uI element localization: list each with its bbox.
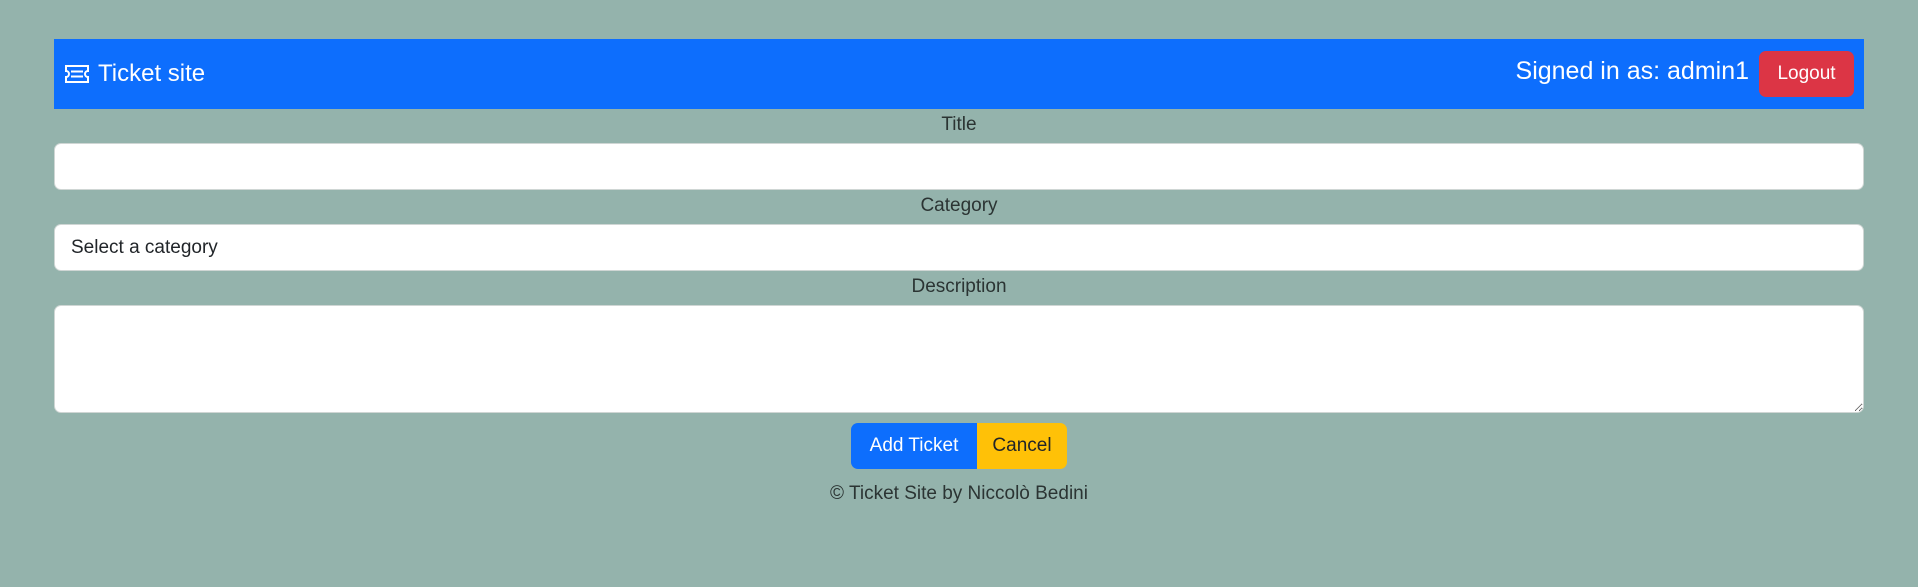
ticket-icon bbox=[64, 64, 90, 84]
main-container: Ticket site Signed in as: admin1 Logout … bbox=[54, 39, 1864, 505]
page-background: Ticket site Signed in as: admin1 Logout … bbox=[0, 0, 1918, 587]
brand-text: Ticket site bbox=[98, 60, 206, 87]
user-area: Signed in as: admin1 Logout bbox=[1516, 51, 1854, 97]
form-actions: Add Ticket Cancel bbox=[54, 423, 1864, 469]
footer-text: © Ticket Site by Niccolò Bedini bbox=[830, 483, 1088, 504]
title-label: Title bbox=[941, 114, 977, 135]
brand[interactable]: Ticket site bbox=[64, 60, 205, 88]
category-select[interactable]: Select a category bbox=[54, 224, 1864, 271]
logout-button[interactable]: Logout bbox=[1759, 51, 1854, 97]
add-ticket-form: Title Category Select a category Descrip… bbox=[54, 113, 1864, 469]
category-label: Category bbox=[920, 195, 998, 216]
add-ticket-button[interactable]: Add Ticket bbox=[851, 423, 977, 469]
description-label: Description bbox=[911, 276, 1007, 297]
cancel-button[interactable]: Cancel bbox=[977, 423, 1067, 469]
description-textarea[interactable] bbox=[54, 305, 1864, 413]
title-input[interactable] bbox=[54, 143, 1864, 190]
category-selected-value: Select a category bbox=[71, 236, 218, 258]
signed-in-text: Signed in as: admin1 bbox=[1515, 56, 1749, 85]
navbar: Ticket site Signed in as: admin1 Logout bbox=[54, 39, 1864, 109]
